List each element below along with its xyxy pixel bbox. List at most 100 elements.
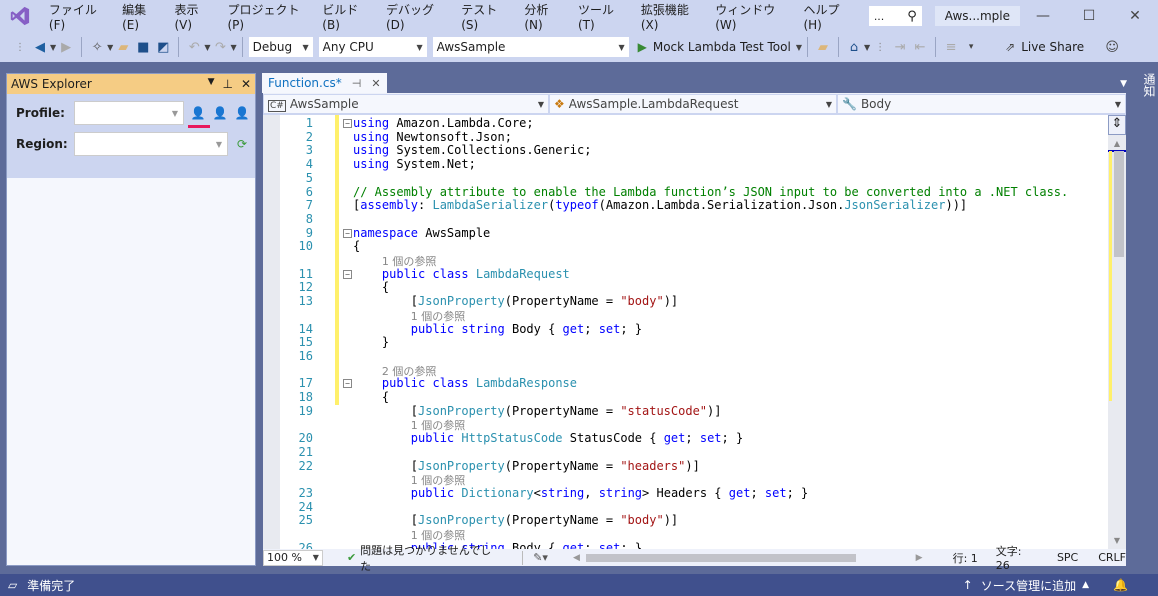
region-dropdown[interactable]: ▼ (74, 132, 228, 156)
code-line[interactable]: using System.Collections.Generic; (353, 143, 591, 157)
save-all-icon[interactable]: ◩ (155, 36, 171, 58)
comment-icon[interactable]: ≡ (943, 36, 959, 58)
class-dropdown[interactable]: ❖ AwsSample.LambdaRequest ▼ (549, 94, 837, 114)
toolbar-grip-icon[interactable]: ⋮ (12, 36, 28, 58)
redo-icon[interactable]: ↷ (212, 36, 228, 58)
bell-icon[interactable]: 🔔 (1113, 578, 1128, 592)
chevron-up-icon[interactable]: ▲ (1082, 580, 1089, 590)
menu-edit[interactable]: 編集(E) (114, 1, 166, 32)
close-icon[interactable]: ✕ (241, 77, 251, 91)
code-line[interactable]: { (353, 239, 360, 253)
open-folder-icon[interactable]: ▰ (115, 36, 131, 58)
code-line[interactable]: using System.Net; (353, 157, 476, 171)
edit-profile-icon[interactable]: 👤 (212, 105, 228, 121)
pin-icon[interactable]: ⊣ (352, 77, 362, 90)
zoom-dropdown[interactable]: 100 % ▼ (263, 549, 323, 566)
live-share-button[interactable]: ⇗ Live Share (1005, 40, 1084, 54)
code-line[interactable]: { (353, 390, 389, 404)
startup-project-dropdown[interactable]: AwsSample ▼ (431, 36, 630, 58)
code-line[interactable]: public class LambdaRequest (353, 267, 570, 281)
code-line[interactable]: { (353, 280, 389, 294)
menu-help[interactable]: ヘルプ(H) (795, 1, 859, 32)
configuration-dropdown[interactable]: Debug ▼ (247, 36, 314, 58)
code-line[interactable]: namespace AwsSample (353, 226, 490, 240)
code-line[interactable]: public HttpStatusCode StatusCode { get; … (353, 431, 743, 445)
member-dropdown[interactable]: 🔧 Body ▼ (837, 94, 1126, 114)
chevron-down-icon[interactable]: ▼ (796, 43, 802, 52)
minimize-button[interactable]: — (1020, 8, 1066, 24)
scroll-left-icon[interactable]: ◀ (573, 553, 580, 563)
chevron-down-icon[interactable]: ▼ (230, 43, 236, 52)
split-icon[interactable]: ⇕ (1108, 115, 1126, 135)
feedback-icon[interactable]: ☺ (1104, 36, 1120, 58)
menu-test[interactable]: テスト(S) (453, 1, 516, 32)
collapse-icon[interactable]: − (343, 228, 352, 238)
line-ending[interactable]: CRLF (1098, 551, 1126, 564)
chevron-down-icon[interactable]: ▼ (107, 43, 113, 52)
platform-dropdown[interactable]: Any CPU ▼ (317, 36, 428, 58)
panel-menu-icon[interactable]: ▼ (208, 77, 215, 91)
menu-extensions[interactable]: 拡張機能(X) (633, 1, 707, 32)
code-line[interactable]: [assembly: LambdaSerializer(typeof(Amazo… (353, 198, 967, 212)
menu-project[interactable]: プロジェクト(P) (219, 1, 314, 32)
collapse-icon[interactable]: − (343, 119, 352, 128)
code-line[interactable]: } (353, 335, 389, 349)
indent-icon[interactable]: ⇥ (892, 36, 908, 58)
find-in-files-icon[interactable]: ▰ (815, 36, 831, 58)
code-line[interactable]: // Assembly attribute to enable the Lamb… (353, 185, 1068, 199)
chevron-down-icon[interactable]: ▼ (864, 43, 870, 52)
code-line[interactable]: [JsonProperty(PropertyName = "statusCode… (353, 404, 722, 418)
scroll-right-icon[interactable]: ▶ (916, 553, 923, 563)
menu-tools[interactable]: ツール(T) (570, 1, 633, 32)
code-line[interactable]: using Newtonsoft.Json; (353, 130, 512, 144)
code-line[interactable]: [JsonProperty(PropertyName = "body")] (353, 513, 678, 527)
save-icon[interactable]: ■ (135, 36, 151, 58)
tab-function-cs[interactable]: Function.cs* ⊣ ✕ (262, 73, 387, 93)
close-button[interactable]: ✕ (1112, 8, 1158, 24)
new-project-icon[interactable]: ✧ (89, 36, 105, 58)
project-dropdown[interactable]: C# AwsSample ▼ (263, 94, 549, 114)
navigate-forward-icon[interactable]: ▶ (58, 36, 74, 58)
column-number[interactable]: 文字: 26 (996, 543, 1039, 572)
menu-view[interactable]: 表示(V) (167, 1, 220, 32)
navigate-back-icon[interactable]: ◀ (32, 36, 48, 58)
code-cleanup-icon[interactable]: ✎▾ (533, 551, 548, 564)
run-button[interactable]: ▶ Mock Lambda Test Tool ▼ (638, 40, 802, 54)
menu-analyze[interactable]: 分析(N) (516, 1, 570, 32)
delete-profile-icon[interactable]: 👤 (234, 105, 250, 121)
code-line[interactable]: using Amazon.Lambda.Core; (353, 116, 534, 130)
home-icon[interactable]: ⌂ (846, 36, 862, 58)
vertical-scrollbar[interactable]: ⇕ ▲ ▼ (1108, 115, 1126, 549)
menu-debug[interactable]: デバッグ(D) (378, 1, 453, 32)
chevron-down-icon[interactable]: ▼ (204, 43, 210, 52)
outdent-icon[interactable]: ⇤ (912, 36, 928, 58)
undo-icon[interactable]: ↶ (186, 36, 202, 58)
add-profile-icon[interactable]: 👤 (188, 105, 210, 128)
line-number[interactable]: 行: 1 (953, 550, 978, 566)
refresh-icon[interactable]: ⟳ (234, 136, 250, 152)
menu-build[interactable]: ビルド(B) (314, 1, 378, 32)
close-tab-icon[interactable]: ✕ (371, 77, 380, 90)
profile-dropdown[interactable]: ▼ (74, 101, 184, 125)
indent-mode[interactable]: SPC (1057, 551, 1078, 564)
overflow-icon[interactable]: ▾ (963, 36, 979, 58)
pin-icon[interactable]: ⊥ (222, 77, 232, 91)
issues-status[interactable]: 問題は見つかりませんでした (360, 542, 502, 574)
add-to-source-control[interactable]: ソース管理に追加 (981, 577, 1076, 594)
maximize-button[interactable]: ☐ (1066, 8, 1112, 24)
code-line[interactable]: public string Body { get; set; } (353, 322, 642, 336)
notifications-tab[interactable]: 通知 (1130, 73, 1158, 573)
collapse-icon[interactable]: − (343, 379, 352, 389)
search-box[interactable]: ... ⚲ (867, 5, 923, 27)
collapse-icon[interactable]: − (343, 269, 352, 279)
code-line[interactable]: public class LambdaResponse (353, 376, 577, 390)
horizontal-scrollbar[interactable] (585, 553, 856, 562)
menu-window[interactable]: ウィンドウ(W) (707, 1, 795, 32)
code-editor[interactable]: 1− using Amazon.Lambda.Core; 2 using Newton… (263, 115, 1126, 549)
toolbar-grip-icon[interactable]: ⋮ (872, 36, 888, 58)
scroll-thumb[interactable] (1114, 151, 1124, 257)
menu-file[interactable]: ファイル(F) (41, 1, 114, 32)
tab-overflow-icon[interactable]: ▼ (1120, 79, 1127, 93)
chevron-down-icon[interactable]: ▼ (50, 43, 56, 52)
scroll-up-icon[interactable]: ▲ (1108, 139, 1126, 148)
